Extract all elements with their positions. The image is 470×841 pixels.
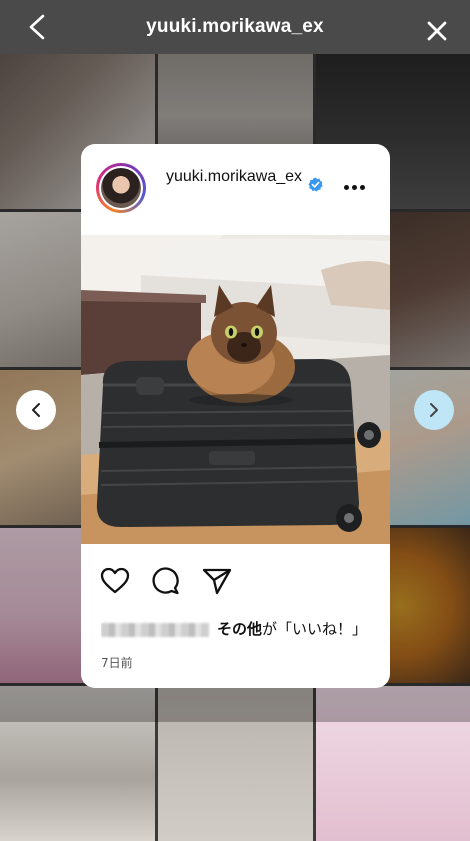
more-options-button[interactable]	[342, 184, 366, 192]
verified-badge-icon	[308, 177, 323, 192]
back-chevron-icon[interactable]	[26, 14, 50, 40]
post-actions-bar	[81, 544, 390, 618]
top-bar: yuuki.morikawa_ex	[0, 0, 470, 54]
chevron-left-icon	[32, 403, 40, 417]
post-photo[interactable]	[81, 235, 390, 544]
post-header: yuuki.morikawa_ex	[81, 144, 390, 235]
likes-suffix: が「いいね！」	[262, 620, 368, 638]
likes-others-link[interactable]: その他	[217, 620, 262, 638]
close-icon[interactable]	[426, 20, 448, 42]
likes-summary: その他が「いいね！」	[101, 618, 390, 642]
send-icon[interactable]	[202, 567, 232, 595]
chevron-right-icon	[430, 403, 438, 417]
grid-thumbnail[interactable]	[316, 686, 470, 841]
profile-title: yuuki.morikawa_ex	[146, 16, 324, 37]
avatar[interactable]	[96, 163, 146, 213]
comment-icon[interactable]	[151, 567, 181, 595]
next-post-button[interactable]	[414, 390, 454, 430]
cat-on-suitcase-image	[81, 235, 390, 544]
heart-icon[interactable]	[100, 567, 130, 595]
grid-thumbnail[interactable]	[0, 686, 155, 841]
post-card: yuuki.morikawa_ex その他が「いいね！」 7日前	[81, 144, 390, 688]
previous-post-button[interactable]	[16, 390, 56, 430]
post-username[interactable]: yuuki.morikawa_ex	[159, 166, 309, 188]
post-timestamp: 7日前	[101, 656, 133, 670]
blurred-liker-name[interactable]	[101, 622, 209, 637]
avatar-photo	[101, 168, 141, 208]
grid-thumbnail[interactable]	[158, 686, 313, 841]
